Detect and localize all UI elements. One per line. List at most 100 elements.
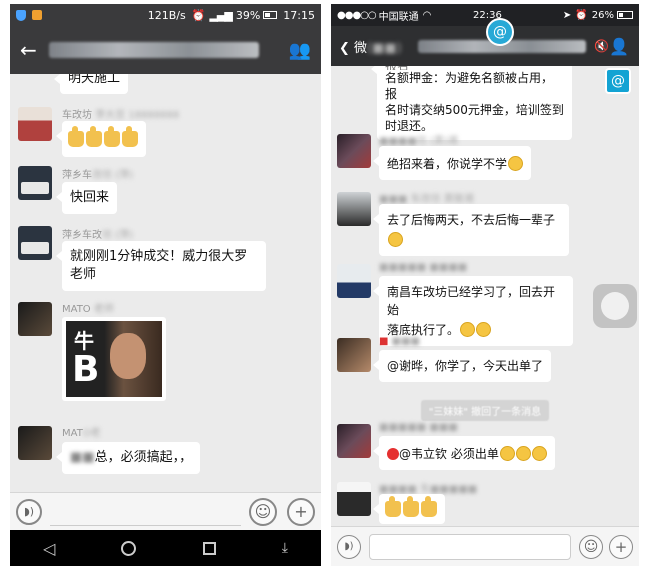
emoji-button[interactable]: ☺	[249, 497, 277, 526]
smile-emoji	[460, 322, 476, 337]
message-text: 明天施工	[68, 74, 121, 86]
recall-notice-text: "三妹妹" 撤回了一条消息	[420, 400, 550, 421]
sender-name: ■■■■■ ■■■■	[379, 262, 468, 273]
battery-icon	[263, 11, 278, 19]
title-bar: ❮ 微(■■) 🔇 👤	[331, 26, 639, 66]
avatar[interactable]	[18, 166, 52, 200]
message-row: 明天施工	[10, 74, 321, 96]
sender-name: MATO 老师	[62, 304, 114, 315]
message-row: 报名 名额押金：为避免名额被占用，报 名时请交纳500元押金，培训签到 时退还。	[331, 66, 639, 140]
battery-percent: 39%	[235, 8, 261, 22]
app-badge-icon[interactable]: @	[486, 18, 514, 46]
message-bubble: @韦立钦 必须出单	[373, 436, 555, 470]
message-bubble: 绝招来着，你说学不学	[372, 146, 532, 180]
avatar[interactable]	[337, 192, 371, 226]
message-list: 明天施工 车改坊 李大豆 18888888 萍乡车改坊 (萍) 快回来 萍乡车改…	[10, 74, 321, 492]
message-row: 萍乡车改坊 (萍) 快回来	[10, 164, 321, 224]
smile-emoji	[531, 446, 547, 461]
message-row: ■■■■ 车■■■■■	[331, 480, 639, 526]
alarm-icon: ⏰	[191, 8, 206, 22]
carrier-name: 中国联通	[378, 11, 419, 23]
back-button[interactable]: ❮ 微(■■)	[339, 37, 402, 56]
message-row: ■ ■■■ @谢晔，你学了，今天出单了	[331, 336, 639, 392]
avatar[interactable]	[337, 264, 371, 298]
sender-name: ■ ■■■	[379, 336, 420, 347]
signal-icon: ▂▄▆	[209, 8, 232, 22]
message-text: 总，必须搞起，，	[94, 450, 193, 465]
wifi-icon: ◠	[422, 9, 432, 21]
back-arrow-icon[interactable]: ←	[20, 38, 37, 62]
message-text-line: 落底执行了。	[387, 323, 460, 337]
avatar[interactable]	[337, 482, 371, 516]
message-text: @韦立钦 必须出单	[399, 447, 499, 461]
message-input[interactable]	[50, 498, 241, 526]
network-speed: 121B/s	[147, 8, 186, 22]
avatar[interactable]	[18, 426, 52, 460]
group-info-icon[interactable]: 👤	[609, 37, 629, 56]
sender-name: 车改坊 李大豆 18888888	[62, 110, 180, 121]
mute-icon: 🔇	[594, 39, 610, 53]
thumbs-up-emoji	[403, 496, 419, 517]
message-row: ■■■■坊 (黄)湘 绝招来着，你说学不学	[331, 132, 639, 188]
signal-dots-icon: ●●●○○	[337, 9, 377, 21]
android-nav-bar: ◁ ⤓	[10, 530, 321, 566]
message-text-line: 南昌车改坊已经学习了，回去开始	[387, 285, 556, 317]
red-mention-icon	[387, 448, 399, 460]
input-bar: ◗) ☺ +	[331, 526, 639, 566]
message-bubble: 明天施工	[53, 74, 129, 94]
location-icon: ➤	[562, 9, 572, 21]
message-row: ■■■ 车改坊 黄陂湘 去了后悔两天，不去后悔一辈子	[331, 190, 639, 256]
thumbs-up-emoji	[104, 126, 120, 147]
sender-name: ■■■■ 车■■■■■	[379, 484, 478, 495]
smile-emoji	[499, 446, 515, 461]
status-bar: 121B/s ⏰ ▂▄▆ 39% 17:15	[10, 4, 321, 26]
alarm-icon: ⏰	[575, 9, 588, 21]
smile-emoji	[508, 156, 524, 171]
message-text: 去了后悔两天，不去后悔一辈子	[387, 213, 556, 227]
message-bubble	[56, 121, 146, 157]
message-text: @谢晔，你学了，今天出单了	[387, 359, 544, 373]
avatar[interactable]	[337, 424, 371, 458]
thumbs-up-emoji	[86, 126, 102, 147]
thumbs-up-emoji	[122, 126, 138, 147]
sender-name: 萍乡车改坊 (萍)	[62, 230, 133, 241]
voice-toggle-button[interactable]: ◗)	[16, 498, 42, 525]
chat-title-redacted	[48, 42, 259, 58]
avatar[interactable]	[18, 107, 52, 141]
group-members-icon[interactable]: 👥	[289, 40, 311, 61]
battery-icon	[617, 11, 633, 19]
nav-download-icon[interactable]: ⤓	[282, 540, 288, 556]
sender-name: MATO老	[62, 428, 101, 439]
message-row: MATO老 ■■总，必须搞起，，	[10, 426, 321, 486]
more-plus-button[interactable]: +	[609, 534, 633, 559]
message-bubble: ■■总，必须搞起，，	[55, 442, 201, 474]
smile-emoji	[388, 232, 403, 247]
message-text: 绝招来着，你说学不学	[387, 157, 508, 171]
message-row: MATO 老师 牛 B	[10, 300, 321, 415]
smile-emoji	[515, 446, 531, 461]
message-row: ■■■■■ ■■■■ 南昌车改坊已经学习了，回去开始 落底执行了。	[331, 262, 639, 346]
message-row: 萍乡车改坊 (萍) 就刚刚1分钟成交！威力很大罗 老师	[10, 226, 321, 300]
message-bubble: 报名 名额押金：为避免名额被占用，报 名时请交纳500元押金，培训签到 时退还。	[371, 66, 572, 140]
sticker-image[interactable]: 牛 B	[62, 317, 166, 401]
thumbs-up-emoji	[385, 496, 401, 517]
face-illustration	[110, 333, 146, 379]
nav-back-icon[interactable]: ◁	[43, 539, 55, 558]
avatar[interactable]	[337, 134, 371, 168]
message-text-line: 老师	[70, 267, 97, 282]
sticker-text-bottom: B	[72, 349, 100, 390]
avatar[interactable]	[18, 226, 52, 260]
message-text: 快回来	[70, 190, 110, 205]
nav-home-icon[interactable]	[121, 540, 137, 556]
emoji-button[interactable]: ☺	[579, 534, 603, 559]
nav-recents-icon[interactable]	[202, 541, 216, 555]
more-plus-button[interactable]: +	[287, 497, 315, 526]
status-bar: ●●●○○ 中国联通 ◠ 22:36 ➤ ⏰ 26%	[331, 4, 639, 26]
message-input[interactable]	[369, 533, 571, 560]
voice-toggle-button[interactable]: ◗)	[337, 534, 361, 559]
notification-icon	[32, 10, 42, 20]
avatar[interactable]	[337, 338, 371, 372]
avatar[interactable]	[18, 302, 52, 336]
sender-name: 萍乡车改坊 (萍)	[62, 170, 133, 181]
system-notice: "三妹妹" 撤回了一条消息	[331, 400, 639, 421]
